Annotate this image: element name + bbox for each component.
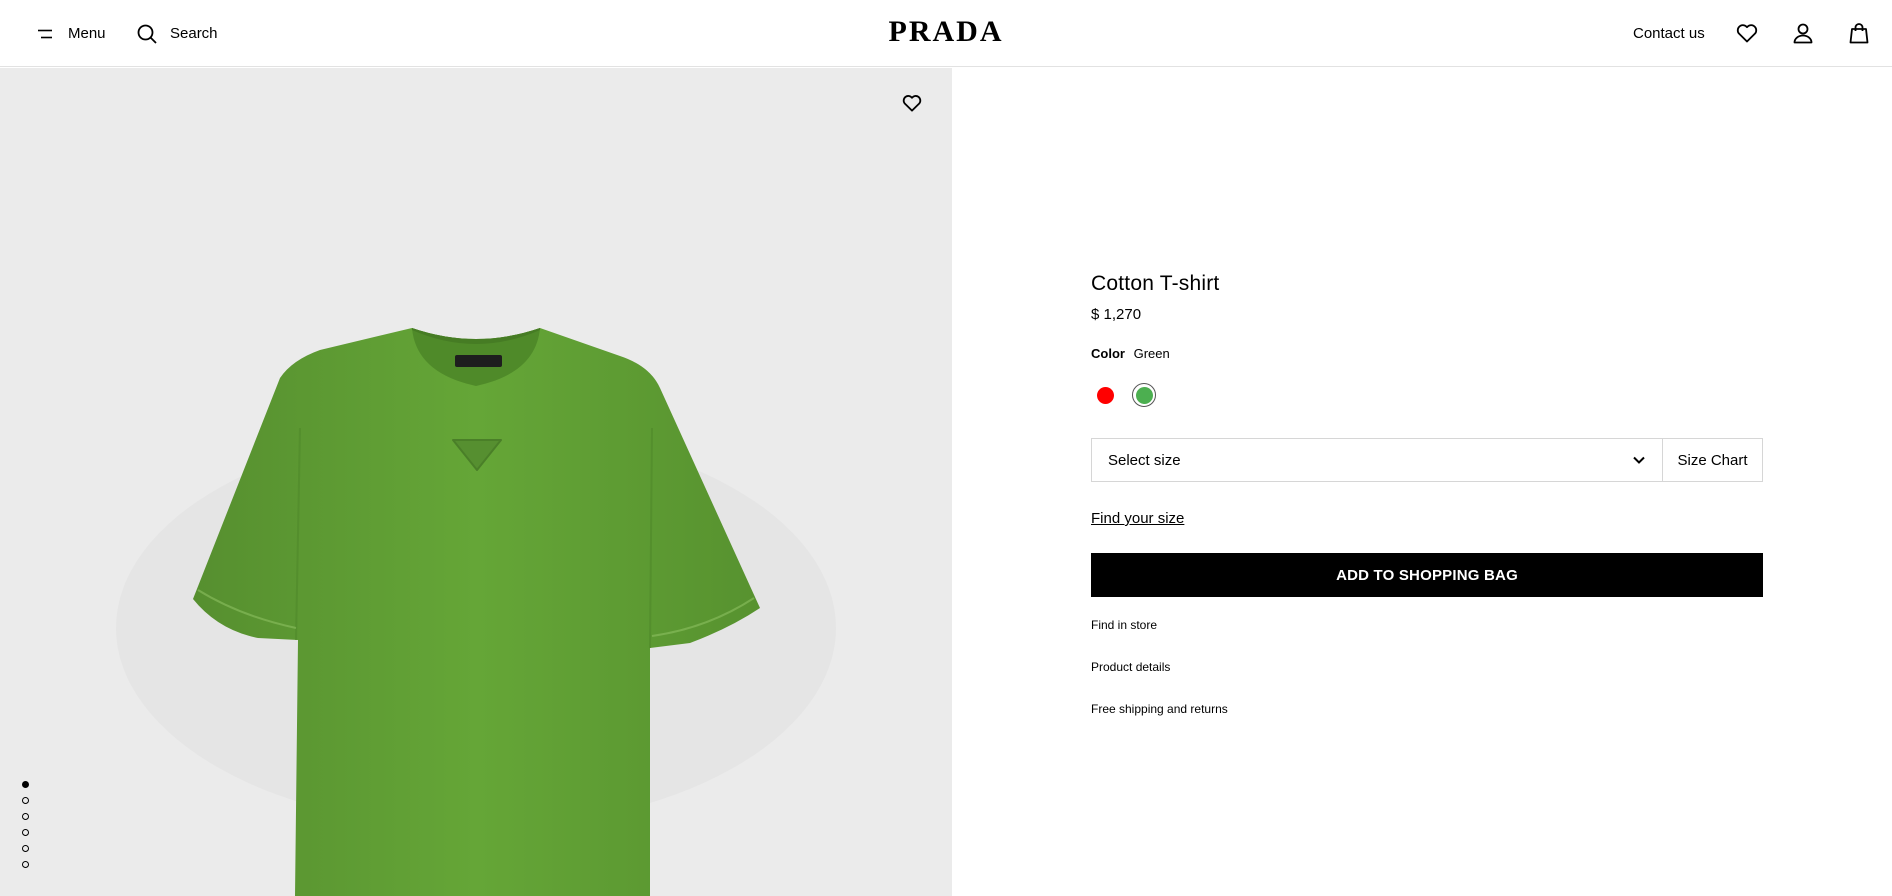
find-your-size-link[interactable]: Find your size — [1091, 510, 1184, 528]
menu-button[interactable]: Menu — [34, 0, 106, 67]
product-links: Find in store Product details Free shipp… — [1091, 618, 1763, 717]
menu-icon — [34, 23, 56, 45]
color-selection: Color Green — [1091, 346, 1763, 362]
product-price: $ 1,270 — [1091, 306, 1142, 323]
gallery-dot[interactable] — [22, 845, 29, 852]
swatch-green[interactable] — [1132, 383, 1156, 407]
gallery-dot[interactable] — [22, 797, 29, 804]
shipping-returns-link[interactable]: Free shipping and returns — [1091, 702, 1763, 717]
color-value: Green — [1133, 346, 1170, 361]
search-button[interactable]: Search — [136, 0, 218, 67]
gallery-dot[interactable] — [22, 829, 29, 836]
heart-icon[interactable] — [1734, 20, 1760, 46]
size-chart-button[interactable]: Size Chart — [1663, 438, 1763, 482]
color-label: Color — [1091, 346, 1125, 361]
search-label: Search — [170, 25, 218, 42]
product-image-gallery[interactable] — [0, 68, 952, 896]
heart-icon — [902, 94, 922, 117]
size-select[interactable]: Select size — [1091, 438, 1663, 482]
chevron-down-icon — [1632, 452, 1646, 469]
product-title: Cotton T-shirt — [1091, 272, 1220, 295]
product-image — [116, 328, 836, 896]
add-to-bag-button[interactable]: ADD TO SHOPPING BAG — [1091, 553, 1763, 597]
product-info: Cotton T-shirt $ 1,270 Color Green Selec… — [1091, 270, 1763, 744]
add-to-wishlist-button[interactable] — [902, 92, 922, 118]
contact-us-link[interactable]: Contact us — [1633, 0, 1705, 67]
gallery-dot[interactable] — [22, 861, 29, 868]
menu-label: Menu — [68, 25, 106, 42]
size-select-label: Select size — [1108, 451, 1181, 469]
gallery-dot[interactable] — [22, 813, 29, 820]
color-swatches — [1091, 380, 1763, 410]
user-icon[interactable] — [1790, 20, 1816, 46]
gallery-pagination — [22, 781, 29, 877]
find-in-store-link[interactable]: Find in store — [1091, 618, 1763, 633]
size-row: Select size Size Chart — [1091, 438, 1763, 482]
site-header: Menu Search PRADA Contact us — [0, 0, 1892, 67]
bag-icon[interactable] — [1846, 20, 1872, 46]
product-details-link[interactable]: Product details — [1091, 660, 1763, 675]
prada-logo[interactable]: PRADA — [889, 15, 1004, 48]
swatch-red[interactable] — [1097, 386, 1114, 404]
search-icon — [136, 23, 158, 45]
gallery-dot[interactable] — [22, 781, 29, 788]
